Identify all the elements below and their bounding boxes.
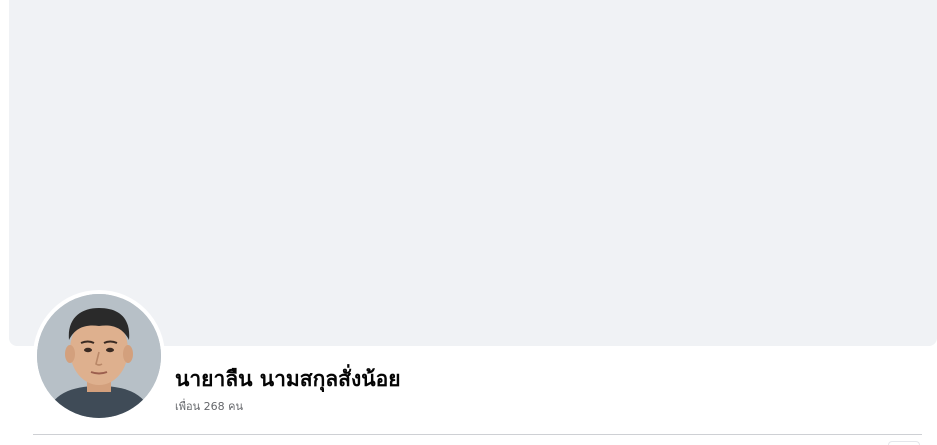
profile-divider (33, 434, 922, 435)
profile-page: นายาลืน นามสกุลสั่งน้อย เพื่อน 268 คน (0, 0, 937, 445)
friends-count[interactable]: เพื่อน 268 คน (175, 397, 243, 415)
profile-avatar[interactable] (33, 290, 165, 422)
person-portrait-icon (37, 294, 161, 418)
cover-photo[interactable] (9, 0, 937, 346)
avatar-photo (37, 294, 161, 418)
profile-name: นายาลืน นามสกุลสั่งน้อย (175, 367, 401, 391)
tab-edge (888, 441, 920, 445)
